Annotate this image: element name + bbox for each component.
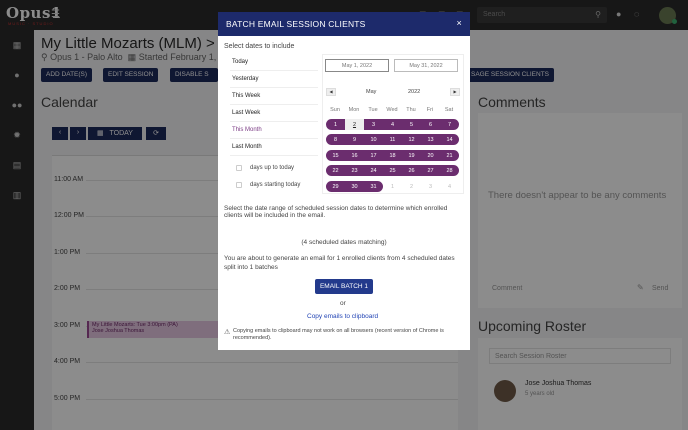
range-option-this-month[interactable]: This Month [230, 122, 318, 139]
weekday-label: Tue [368, 107, 378, 113]
calendar-day[interactable]: 30 [345, 181, 364, 192]
calendar-day[interactable]: 3 [421, 181, 440, 192]
calendar-day[interactable]: 23 [345, 165, 364, 176]
calendar-day[interactable]: 25 [383, 165, 402, 176]
weekday-label: Fri [426, 107, 434, 113]
days-starting-today-label: days starting today [250, 182, 301, 188]
email-batch-button[interactable]: EMAIL BATCH 1 [315, 279, 373, 294]
calendar-day[interactable]: 2 [345, 119, 364, 130]
calendar-day[interactable]: 7 [440, 119, 459, 130]
calendar-day[interactable]: 10 [364, 134, 383, 145]
modal-title: BATCH EMAIL SESSION CLIENTS [226, 19, 366, 29]
calendar-day[interactable]: 1 [326, 119, 345, 130]
calendar-day[interactable]: 22 [326, 165, 345, 176]
days-up-to-today-input[interactable] [236, 165, 242, 171]
calendar-day[interactable]: 24 [364, 165, 383, 176]
calendar-day[interactable]: 19 [402, 150, 421, 161]
calendar-day[interactable]: 20 [421, 150, 440, 161]
select-dates-label: Select dates to include [224, 43, 295, 50]
help-text: Select the date range of scheduled sessi… [224, 205, 448, 219]
calendar-day[interactable]: 15 [326, 150, 345, 161]
month-select[interactable]: May [366, 89, 376, 95]
weekday-label: Sun [330, 107, 340, 113]
range-option-this-week[interactable]: This Week [230, 88, 318, 105]
calendar-day[interactable]: 9 [345, 134, 364, 145]
weekday-label: Mon [348, 107, 360, 113]
calendar-day[interactable]: 31 [364, 181, 383, 192]
weekday-label: Thu [406, 107, 416, 113]
calendar-day[interactable]: 18 [383, 150, 402, 161]
calendar-day[interactable]: 26 [402, 165, 421, 176]
end-date-input[interactable]: May 31, 2022 [394, 59, 458, 72]
calendar-day[interactable]: 2 [402, 181, 421, 192]
modal-header: BATCH EMAIL SESSION CLIENTS × [218, 12, 470, 36]
calendar-day[interactable]: 29 [326, 181, 345, 192]
calendar-day[interactable]: 27 [421, 165, 440, 176]
close-icon[interactable]: × [457, 18, 462, 28]
calendar-day[interactable]: 8 [326, 134, 345, 145]
weekday-label: Wed [386, 107, 398, 113]
range-option-yesterday[interactable]: Yesterday [230, 71, 318, 88]
calendar-day[interactable]: 16 [345, 150, 364, 161]
copy-emails-link[interactable]: Copy emails to clipboard [307, 313, 378, 320]
calendar-day[interactable]: 12 [402, 134, 421, 145]
calendar-day[interactable]: 4 [440, 181, 459, 192]
next-month-button[interactable]: ▶ [450, 88, 460, 96]
range-option-last-week[interactable]: Last Week [230, 105, 318, 122]
calendar-day[interactable]: 4 [383, 119, 402, 130]
calendar-day[interactable]: 17 [364, 150, 383, 161]
weekday-label: Sat [444, 107, 454, 113]
clipboard-warning: Copying emails to clipboard may not work… [233, 328, 444, 341]
range-option-last-month[interactable]: Last Month [230, 139, 318, 156]
calendar-day[interactable]: 1 [383, 181, 402, 192]
calendar-day[interactable]: 5 [402, 119, 421, 130]
start-date-input[interactable]: May 1, 2022 [325, 59, 389, 72]
calendar-day[interactable]: 3 [364, 119, 383, 130]
calendar-day[interactable]: 11 [383, 134, 402, 145]
year-select[interactable]: 2022 [408, 89, 420, 95]
prev-month-button[interactable]: ◀ [326, 88, 336, 96]
range-option-today[interactable]: Today [230, 54, 318, 71]
calendar-day[interactable]: 13 [421, 134, 440, 145]
calendar-day[interactable]: 14 [440, 134, 459, 145]
summary-text: You are about to generate an email for 1… [224, 255, 455, 271]
days-starting-today-input[interactable] [236, 182, 242, 188]
days-up-to-today-label: days up to today [250, 165, 295, 171]
matching-count: (4 scheduled dates matching) [301, 239, 387, 246]
calendar-day[interactable]: 28 [440, 165, 459, 176]
or-text: or [340, 300, 346, 307]
calendar-day[interactable]: 21 [440, 150, 459, 161]
calendar-day[interactable]: 6 [421, 119, 440, 130]
warning-icon: ⚠ [224, 329, 231, 336]
